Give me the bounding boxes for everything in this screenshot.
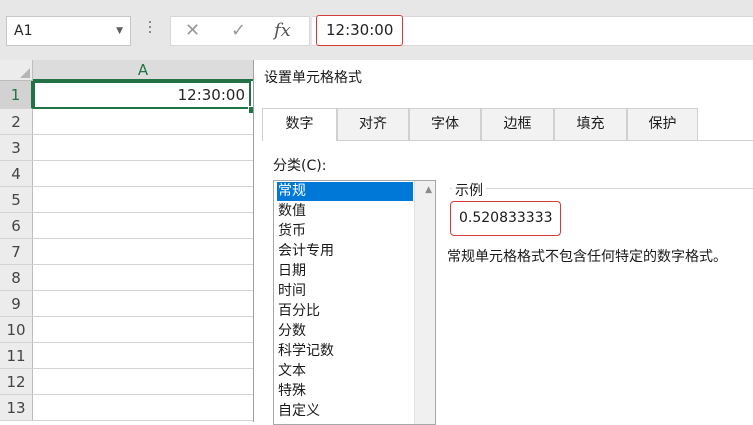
cell-a12[interactable] (33, 369, 253, 395)
cell-a11[interactable] (33, 343, 253, 369)
drag-handle-icon[interactable] (147, 18, 153, 40)
dialog-tabs: 数字 对齐 字体 边框 填充 保护 (262, 108, 753, 141)
tab-font[interactable]: 字体 (409, 108, 481, 140)
formula-bar: A1 ▼ ✕ ✓ fx 12:30:00 (0, 0, 753, 60)
format-description: 常规单元格格式不包含任何特定的数字格式。 (447, 249, 727, 265)
select-all-icon (20, 68, 30, 78)
category-special[interactable]: 特殊 (277, 382, 413, 401)
cell-a1[interactable]: 12:30:00 (33, 81, 251, 109)
category-scientific[interactable]: 科学记数 (277, 342, 413, 361)
category-accounting[interactable]: 会计专用 (277, 242, 413, 261)
row-header[interactable]: 9 (0, 291, 33, 317)
cell-a2[interactable] (33, 109, 253, 135)
cancel-icon[interactable]: ✕ (185, 21, 200, 41)
row-header[interactable]: 5 (0, 187, 33, 213)
cell-a3[interactable] (33, 135, 253, 161)
scroll-up-icon[interactable]: ▲ (425, 185, 432, 195)
tab-fill[interactable]: 填充 (554, 108, 627, 140)
cell-a9[interactable] (33, 291, 253, 317)
insert-function-icon[interactable]: fx (274, 21, 291, 41)
category-list[interactable]: 常规 数值 货币 会计专用 日期 时间 百分比 分数 科学记数 文本 特殊 自定… (273, 180, 436, 425)
category-time[interactable]: 时间 (277, 282, 413, 301)
category-number[interactable]: 数值 (277, 202, 413, 221)
category-percentage[interactable]: 百分比 (277, 302, 413, 321)
tab-alignment[interactable]: 对齐 (337, 108, 409, 140)
sample-label: 示例 (452, 180, 486, 200)
category-currency[interactable]: 货币 (277, 222, 413, 241)
tab-protection[interactable]: 保护 (627, 108, 698, 140)
name-box[interactable]: A1 ▼ (6, 16, 131, 46)
name-box-value: A1 (14, 23, 33, 39)
formula-input[interactable]: 12:30:00 (316, 15, 404, 46)
sample-group-border (450, 188, 753, 189)
row-header[interactable]: 1 (0, 81, 33, 109)
cell-a10[interactable] (33, 317, 253, 343)
category-date[interactable]: 日期 (277, 262, 413, 281)
row-header[interactable]: 13 (0, 395, 33, 421)
cell-a5[interactable] (33, 187, 253, 213)
category-fraction[interactable]: 分数 (277, 322, 413, 341)
row-header[interactable]: 4 (0, 161, 33, 187)
row-header[interactable]: 10 (0, 317, 33, 343)
category-label: 分类(C): (273, 158, 327, 174)
row-header[interactable]: 3 (0, 135, 33, 161)
format-cells-dialog: 设置单元格格式 数字 对齐 字体 边框 填充 保护 分类(C): 常规 数值 货… (253, 60, 753, 425)
select-all-button[interactable] (0, 60, 33, 81)
dialog-title: 设置单元格格式 (264, 70, 362, 86)
worksheet-grid: A 1 2 3 4 5 6 7 8 9 10 11 12 13 12:30:00 (0, 60, 256, 422)
formula-controls: ✕ ✓ fx (170, 16, 310, 46)
sample-value: 0.520833333 (450, 201, 561, 236)
enter-icon[interactable]: ✓ (231, 21, 246, 41)
cell-a7[interactable] (33, 239, 253, 265)
category-scrollbar[interactable]: ▲ (414, 181, 435, 424)
chevron-down-icon[interactable]: ▼ (116, 17, 123, 45)
category-text[interactable]: 文本 (277, 362, 413, 381)
row-header[interactable]: 11 (0, 343, 33, 369)
category-general[interactable]: 常规 (277, 182, 413, 201)
row-header[interactable]: 12 (0, 369, 33, 395)
tab-number[interactable]: 数字 (262, 108, 337, 141)
category-custom[interactable]: 自定义 (277, 402, 413, 421)
cell-a6[interactable] (33, 213, 253, 239)
row-header[interactable]: 2 (0, 109, 33, 135)
cell-a13[interactable] (33, 395, 253, 421)
column-header-a[interactable]: A (33, 60, 253, 81)
row-header[interactable]: 7 (0, 239, 33, 265)
row-header[interactable]: 8 (0, 265, 33, 291)
row-header[interactable]: 6 (0, 213, 33, 239)
cell-a4[interactable] (33, 161, 253, 187)
tab-border[interactable]: 边框 (481, 108, 554, 140)
cell-a8[interactable] (33, 265, 253, 291)
